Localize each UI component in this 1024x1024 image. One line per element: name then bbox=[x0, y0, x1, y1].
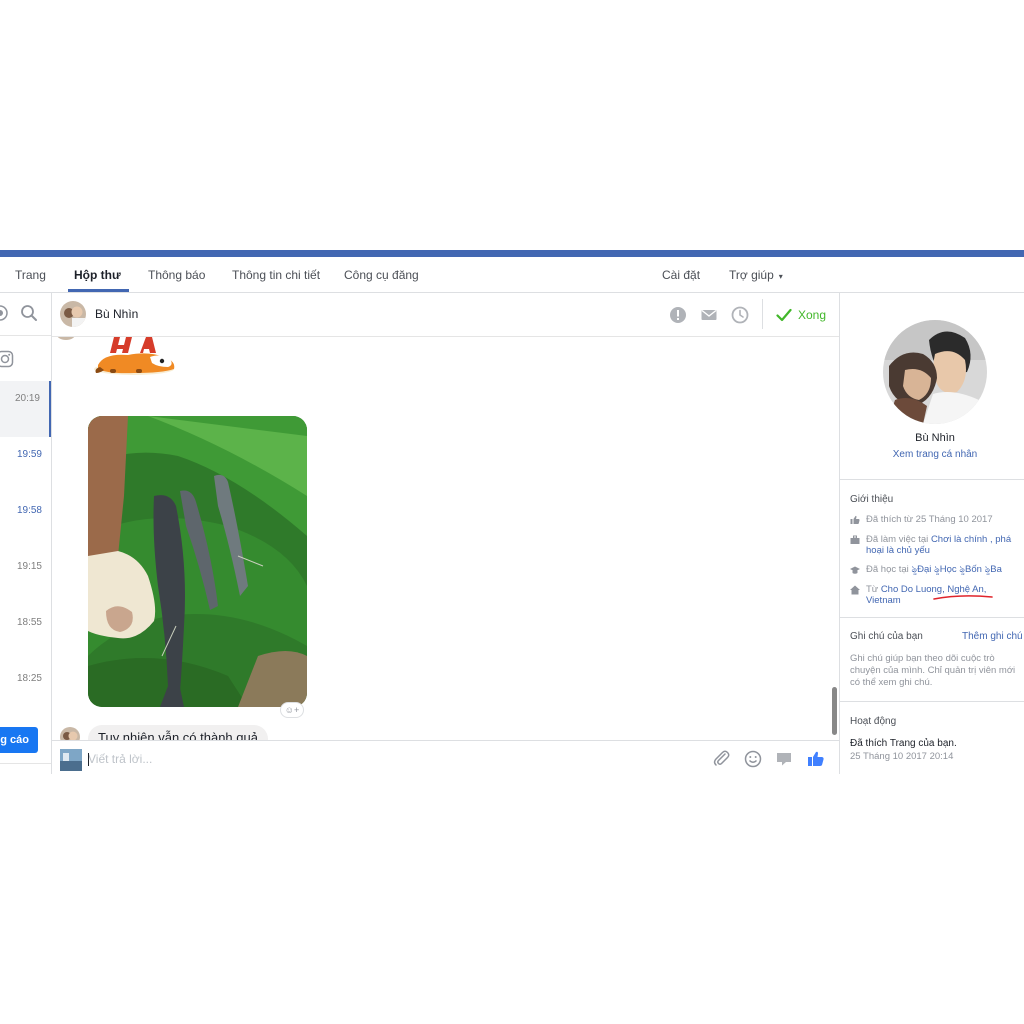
activity-heading: Hoạt động bbox=[850, 716, 897, 727]
tab-inbox[interactable]: Hộp thư bbox=[68, 257, 129, 292]
section-divider bbox=[840, 701, 1024, 702]
graduation-cap-icon bbox=[850, 566, 860, 574]
list-item[interactable]: 18:25 bbox=[0, 661, 51, 717]
tab-publishing-tools[interactable]: Công cụ đăng bbox=[344, 257, 419, 292]
intro-work-row: Đã làm việc tại Chơi là chính , phá hoại… bbox=[850, 534, 1022, 556]
shared-photo[interactable] bbox=[88, 416, 307, 707]
help-label: Trợ giúp bbox=[729, 268, 774, 282]
clock-icon[interactable] bbox=[730, 305, 750, 325]
message-bubble: Tuy nhiên vẫn có thành quả bbox=[88, 725, 268, 740]
intro-liked-row: Đã thích từ 25 Tháng 10 2017 bbox=[850, 514, 1022, 525]
list-item[interactable]: 19:58 bbox=[0, 493, 51, 549]
paperclip-icon[interactable] bbox=[712, 749, 732, 769]
page-tab-navigation: Trang Hộp thư Thông báo Thông tin chi ti… bbox=[0, 257, 1024, 293]
section-divider bbox=[840, 617, 1024, 618]
reply-input[interactable] bbox=[88, 749, 588, 769]
view-profile-link[interactable]: Xem trang cá nhân bbox=[840, 449, 1024, 460]
avatar bbox=[60, 749, 82, 771]
emoji-icon[interactable] bbox=[743, 749, 763, 769]
activity-text: Đã thích Trang của bạn. bbox=[850, 738, 957, 749]
list-item[interactable]: 18:55 bbox=[0, 605, 51, 661]
top-blue-bar bbox=[0, 250, 1024, 257]
list-item-time: 19:58 bbox=[16, 505, 42, 516]
list-item-time: 20:19 bbox=[14, 393, 40, 404]
home-icon bbox=[850, 585, 860, 595]
list-item[interactable]: 20:19 bbox=[0, 381, 51, 437]
conversation-header: Bù Nhìn Xong bbox=[52, 293, 839, 337]
briefcase-icon bbox=[850, 535, 860, 544]
chevron-down-icon: ▾ bbox=[778, 272, 783, 281]
profile-name: Bù Nhìn bbox=[915, 432, 955, 444]
profile-picture[interactable] bbox=[883, 320, 987, 424]
list-item[interactable]: 19:59 bbox=[0, 437, 51, 493]
messenger-page-inbox: Trang Hộp thư Thông báo Thông tin chi ti… bbox=[0, 250, 1024, 774]
avatar[interactable] bbox=[60, 301, 86, 327]
list-item-time: 19:59 bbox=[16, 449, 42, 460]
activity-time: 25 Tháng 10 2017 20:14 bbox=[850, 751, 954, 762]
intro-from-prefix: Từ bbox=[866, 584, 881, 595]
intro-heading: Giới thiệu bbox=[850, 494, 894, 505]
list-item-time: 18:25 bbox=[16, 673, 42, 684]
sticker-image bbox=[94, 337, 175, 375]
intro-study-row: Đã học tại ৡĐại ৡHọc ৡBốn ৡBa bbox=[850, 564, 1022, 575]
add-note-link[interactable]: Thêm ghi chú bbox=[962, 631, 1023, 642]
reply-composer bbox=[52, 740, 839, 774]
promote-button[interactable]: ng cáo bbox=[0, 727, 38, 753]
intro-study-link[interactable]: ৡĐại ৡHọc ৡBốn ৡBa bbox=[911, 564, 1001, 575]
like-icon bbox=[850, 515, 860, 524]
notes-heading: Ghi chú của bạn bbox=[850, 631, 923, 642]
conversation-list: 20:19 19:59 19:58 19:15 18:55 18:25 ng c… bbox=[0, 293, 52, 774]
contact-name[interactable]: Bù Nhìn bbox=[95, 307, 138, 321]
instagram-icon[interactable] bbox=[0, 350, 14, 368]
intro-liked-text: Đã thích từ 25 Tháng 10 2017 bbox=[866, 514, 993, 525]
tab-insights[interactable]: Thông tin chi tiết bbox=[232, 257, 320, 292]
help-menu[interactable]: Trợ giúp ▾ bbox=[729, 257, 783, 292]
message-thread: ☺+ Tuy nhiên vẫn có thành quả bbox=[52, 337, 839, 740]
list-divider bbox=[0, 335, 51, 336]
messenger-icon[interactable] bbox=[0, 305, 8, 321]
scrollbar-thumb[interactable] bbox=[832, 687, 837, 735]
header-divider bbox=[762, 299, 763, 329]
section-divider bbox=[840, 479, 1024, 480]
list-item[interactable]: 19:15 bbox=[0, 549, 51, 605]
red-annotation-underline bbox=[933, 595, 993, 600]
check-icon bbox=[776, 308, 792, 322]
thumbs-up-icon[interactable] bbox=[806, 749, 826, 769]
alert-icon[interactable] bbox=[668, 305, 688, 325]
done-label: Xong bbox=[798, 308, 827, 322]
done-button[interactable]: Xong bbox=[776, 304, 826, 326]
settings-link[interactable]: Cài đặt bbox=[662, 257, 700, 292]
text-caret bbox=[88, 753, 89, 766]
mail-icon[interactable] bbox=[699, 305, 719, 325]
list-item-time: 19:15 bbox=[16, 561, 42, 572]
sticker-icon[interactable] bbox=[774, 749, 794, 769]
tab-notifications[interactable]: Thông báo bbox=[148, 257, 205, 292]
reaction-add-icon[interactable]: ☺+ bbox=[280, 702, 304, 718]
tab-page[interactable]: Trang bbox=[15, 257, 46, 292]
intro-study-prefix: Đã học tại bbox=[866, 564, 912, 575]
intro-work-prefix: Đã làm việc tại bbox=[866, 534, 931, 545]
avatar bbox=[57, 337, 75, 340]
list-item-time: 18:55 bbox=[16, 617, 42, 628]
list-divider bbox=[0, 763, 51, 764]
avatar[interactable] bbox=[60, 727, 80, 740]
notes-help-text: Ghi chú giúp bạn theo dõi cuộc trò chuyệ… bbox=[850, 653, 1016, 688]
contact-info-panel: Bù Nhìn Xem trang cá nhân Giới thiệu Đã … bbox=[839, 293, 1024, 774]
search-icon[interactable] bbox=[20, 304, 38, 322]
